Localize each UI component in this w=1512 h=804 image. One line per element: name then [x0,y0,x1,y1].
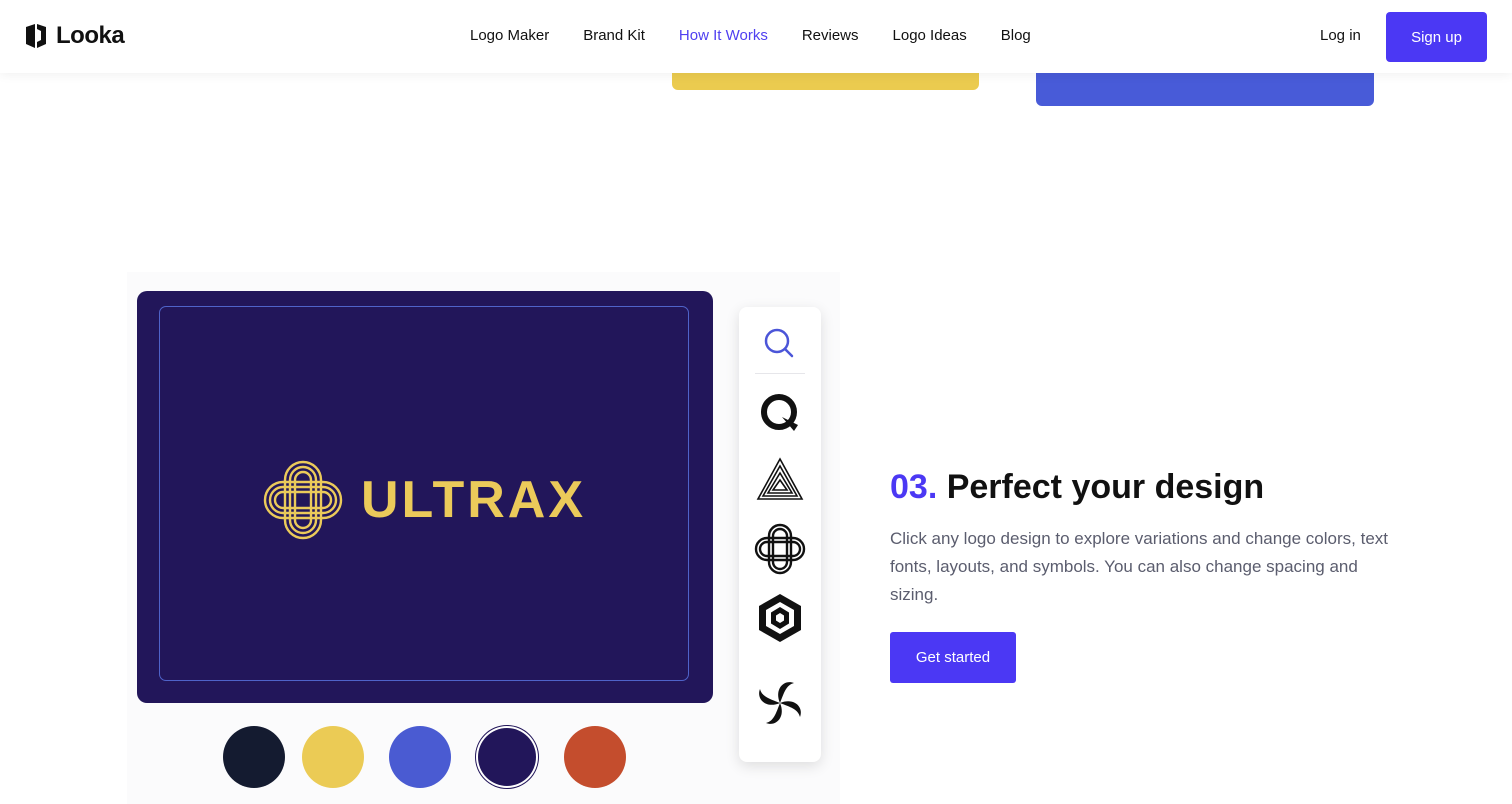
knot-logo-icon [263,460,343,540]
swatch-blue[interactable] [389,726,451,788]
login-link[interactable]: Log in [1320,27,1361,44]
q-symbol-icon[interactable] [754,387,806,439]
top-navbar: Looka Logo Maker Brand Kit How It Works … [0,0,1512,73]
swatch-orange[interactable] [564,726,626,788]
nav-how-it-works[interactable]: How It Works [679,27,768,44]
swatch-indigo-selected[interactable] [478,728,536,786]
hexagon-symbol-icon[interactable] [754,592,806,644]
section-title: 03. Perfect your design [890,468,1264,507]
nav-logo-ideas[interactable]: Logo Ideas [893,27,967,44]
swirl-symbol-icon[interactable] [754,677,806,729]
panel-divider [755,373,805,374]
knot-symbol-icon[interactable] [754,523,806,575]
get-started-button[interactable]: Get started [890,632,1016,683]
symbol-panel [739,307,821,762]
logo-wordmark: ULTRAX [361,471,587,529]
swatch-navy[interactable] [223,726,285,788]
looka-logo-icon [26,24,46,48]
nav-brand-kit[interactable]: Brand Kit [583,27,645,44]
triangle-stripes-icon[interactable] [754,455,806,507]
main-nav: Logo Maker Brand Kit How It Works Review… [470,27,1031,44]
page: Looka Logo Maker Brand Kit How It Works … [0,0,1512,804]
section-title-text: Perfect your design [946,468,1265,506]
signup-button[interactable]: Sign up [1386,12,1487,62]
ultrax-logo: ULTRAX [259,456,586,544]
nav-logo-maker[interactable]: Logo Maker [470,27,549,44]
logo-preview-canvas[interactable]: ULTRAX [137,291,713,703]
nav-blog[interactable]: Blog [1001,27,1031,44]
brand-logo-link[interactable]: Looka [24,22,125,50]
section-description: Click any logo design to explore variati… [890,529,1389,604]
brand-name: Looka [56,22,125,49]
step-number: 03. [890,468,938,506]
swatch-yellow[interactable] [302,726,364,788]
nav-reviews[interactable]: Reviews [802,27,859,44]
search-icon[interactable] [763,327,795,359]
